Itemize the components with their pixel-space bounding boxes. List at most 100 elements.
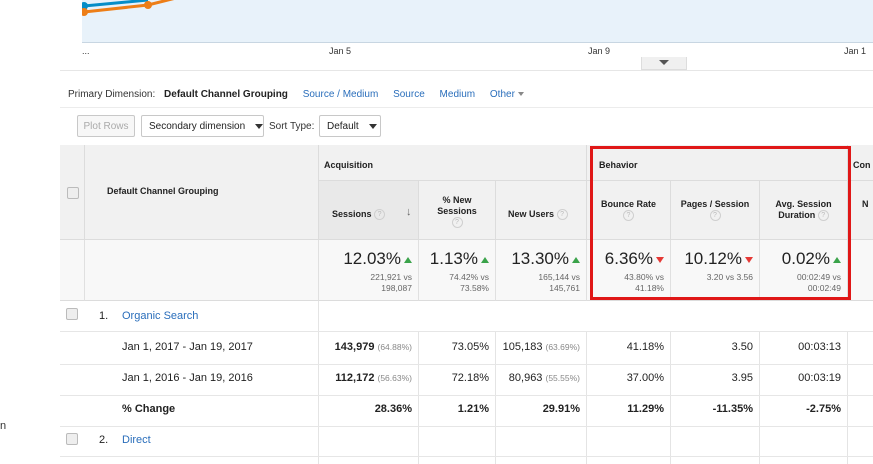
grid-line	[586, 331, 587, 464]
dimension-link-source-medium[interactable]: Source / Medium	[303, 89, 379, 100]
new-sessions-column-header[interactable]: % New Sessions?	[419, 181, 496, 240]
conversions-group-title: Con	[853, 160, 871, 170]
header-checkbox-cell	[60, 145, 85, 240]
row-checkbox[interactable]	[66, 308, 78, 320]
summary-new-sessions-value: 1.13%	[429, 249, 478, 268]
summary-sessions-compare: 221,921 vs 198,087	[370, 272, 412, 294]
dimension-header-title: Default Channel Grouping	[107, 186, 219, 196]
new-sessions-cell: 73.05%	[451, 341, 489, 353]
new-users-cell: 105,183 (63.69%)	[503, 341, 580, 353]
help-icon[interactable]: ?	[556, 209, 568, 221]
avg-duration-cell: 00:03:13	[798, 341, 841, 353]
avg-duration-change: -2.75%	[806, 403, 841, 415]
new-users-value: 80,963	[508, 372, 543, 384]
x-tick: Jan 5	[329, 46, 352, 56]
dimension-link-other[interactable]: Other	[490, 89, 524, 100]
summary-new-users-value: 13.30%	[511, 249, 569, 268]
series-compare-point	[144, 1, 152, 9]
dimension-link-medium[interactable]: Medium	[440, 89, 476, 100]
sort-desc-icon: ↓	[406, 206, 412, 218]
arrow-up-icon	[404, 256, 412, 263]
summary-sessions-value: 12.03%	[343, 249, 401, 268]
chart-lines	[82, 0, 175, 16]
row-checkbox[interactable]	[66, 433, 78, 445]
other-label: Other	[489, 89, 515, 100]
new-users-column-header[interactable]: New Users ?	[496, 181, 587, 240]
plot-rows-button[interactable]: Plot Rows	[77, 115, 135, 137]
help-icon[interactable]: ?	[451, 217, 463, 229]
primary-dimension-label: Primary Dimension:	[68, 89, 156, 100]
row-divider	[60, 364, 873, 365]
dimension-header-cell: Default Channel Grouping	[85, 145, 319, 240]
sort-type-dropdown[interactable]: Default	[319, 115, 381, 137]
row-divider	[60, 456, 873, 457]
summary-checkbox-cell	[60, 240, 85, 301]
change-label: % Change	[122, 403, 176, 415]
bounce-rate-change: 11.29%	[627, 403, 664, 415]
sessions-change: 28.36%	[374, 403, 412, 415]
sessions-cell: 112,172 (56.63%)	[335, 372, 412, 384]
dimension-link-source[interactable]: Source	[393, 89, 425, 100]
new-users-change: 29.91%	[542, 403, 580, 415]
bounce-rate-cell: 37.00%	[626, 372, 664, 384]
bounce-rate-cell: 41.18%	[626, 341, 664, 353]
summary-new-sessions-change: 1.13%	[430, 249, 489, 269]
chart-x-axis: ... Jan 5 Jan 9 Jan 1	[82, 42, 873, 66]
row-divider	[60, 426, 873, 427]
arrow-up-icon	[572, 256, 580, 263]
behavior-highlight-box	[590, 146, 851, 300]
toolbar-divider	[60, 107, 873, 108]
pages-session-cell: 3.50	[731, 341, 753, 353]
help-icon[interactable]: ?	[374, 209, 386, 221]
sessions-column-header[interactable]: Sessions ? ↓	[319, 181, 419, 240]
summary-sessions-cell: 12.03% 221,921 vs 198,087	[319, 240, 419, 301]
select-all-checkbox[interactable]	[67, 187, 79, 199]
new-users-value: 105,183	[502, 341, 543, 353]
next-column-title: N	[862, 199, 869, 209]
date-range-label: Jan 1, 2016 - Jan 19, 2016	[122, 372, 253, 384]
summary-dimension-cell	[85, 240, 319, 301]
chart-collapse-toggle[interactable]	[641, 57, 687, 70]
new-users-pct: (63.69%)	[545, 342, 581, 352]
grid-line	[759, 331, 760, 464]
grid-line	[670, 331, 671, 464]
row-index: 2.	[99, 434, 109, 446]
new-sessions-header-label: % New Sessions?	[424, 195, 490, 229]
sessions-title: Sessions	[332, 209, 372, 219]
summary-new-users-compare: 165,144 vs 145,761	[538, 272, 580, 294]
new-sessions-change: 1.21%	[457, 403, 489, 415]
summary-sessions-change: 12.03%	[343, 249, 412, 269]
secondary-dimension-dropdown[interactable]: Secondary dimension	[141, 115, 264, 137]
summary-new-users-change: 13.30%	[511, 249, 580, 269]
cmp-line: 198,087	[381, 283, 412, 293]
conversions-group-header: Con	[848, 145, 873, 181]
cmp-line: 74.42% vs	[449, 272, 489, 282]
acquisition-group-header: Acquisition	[319, 145, 587, 181]
grid-line	[418, 331, 419, 464]
new-users-header-label: New Users ?	[508, 209, 568, 221]
new-sessions-title: % New Sessions	[437, 195, 477, 216]
chevron-down-icon	[368, 123, 377, 129]
summary-new-sessions-cell: 1.13% 74.42% vs 73.58%	[419, 240, 496, 301]
grid-line	[318, 301, 319, 464]
grid-line	[847, 331, 848, 464]
row-divider	[60, 331, 873, 332]
cmp-line: 221,921 vs	[370, 272, 412, 282]
summary-next-cell	[848, 240, 873, 301]
sort-type-value: Default	[327, 121, 359, 132]
new-sessions-cell: 72.18%	[451, 372, 489, 384]
acquisition-group-title: Acquisition	[324, 160, 373, 170]
primary-dimension-current: Default Channel Grouping	[164, 89, 288, 100]
channel-link-organic-search[interactable]: Organic Search	[122, 310, 198, 322]
sessions-value: 112,172	[335, 372, 375, 384]
sessions-value: 143,979	[334, 341, 375, 353]
pages-session-change: -11.35%	[712, 403, 753, 415]
sessions-pct: (64.88%)	[377, 342, 413, 352]
channel-link-direct[interactable]: Direct	[122, 434, 151, 446]
series-compare-point	[82, 8, 88, 16]
cmp-line: 73.58%	[460, 283, 489, 293]
new-users-pct: (55.55%)	[545, 373, 581, 383]
row-divider	[60, 395, 873, 396]
next-column-header[interactable]: N	[848, 181, 873, 240]
cmp-line: 145,761	[549, 283, 580, 293]
